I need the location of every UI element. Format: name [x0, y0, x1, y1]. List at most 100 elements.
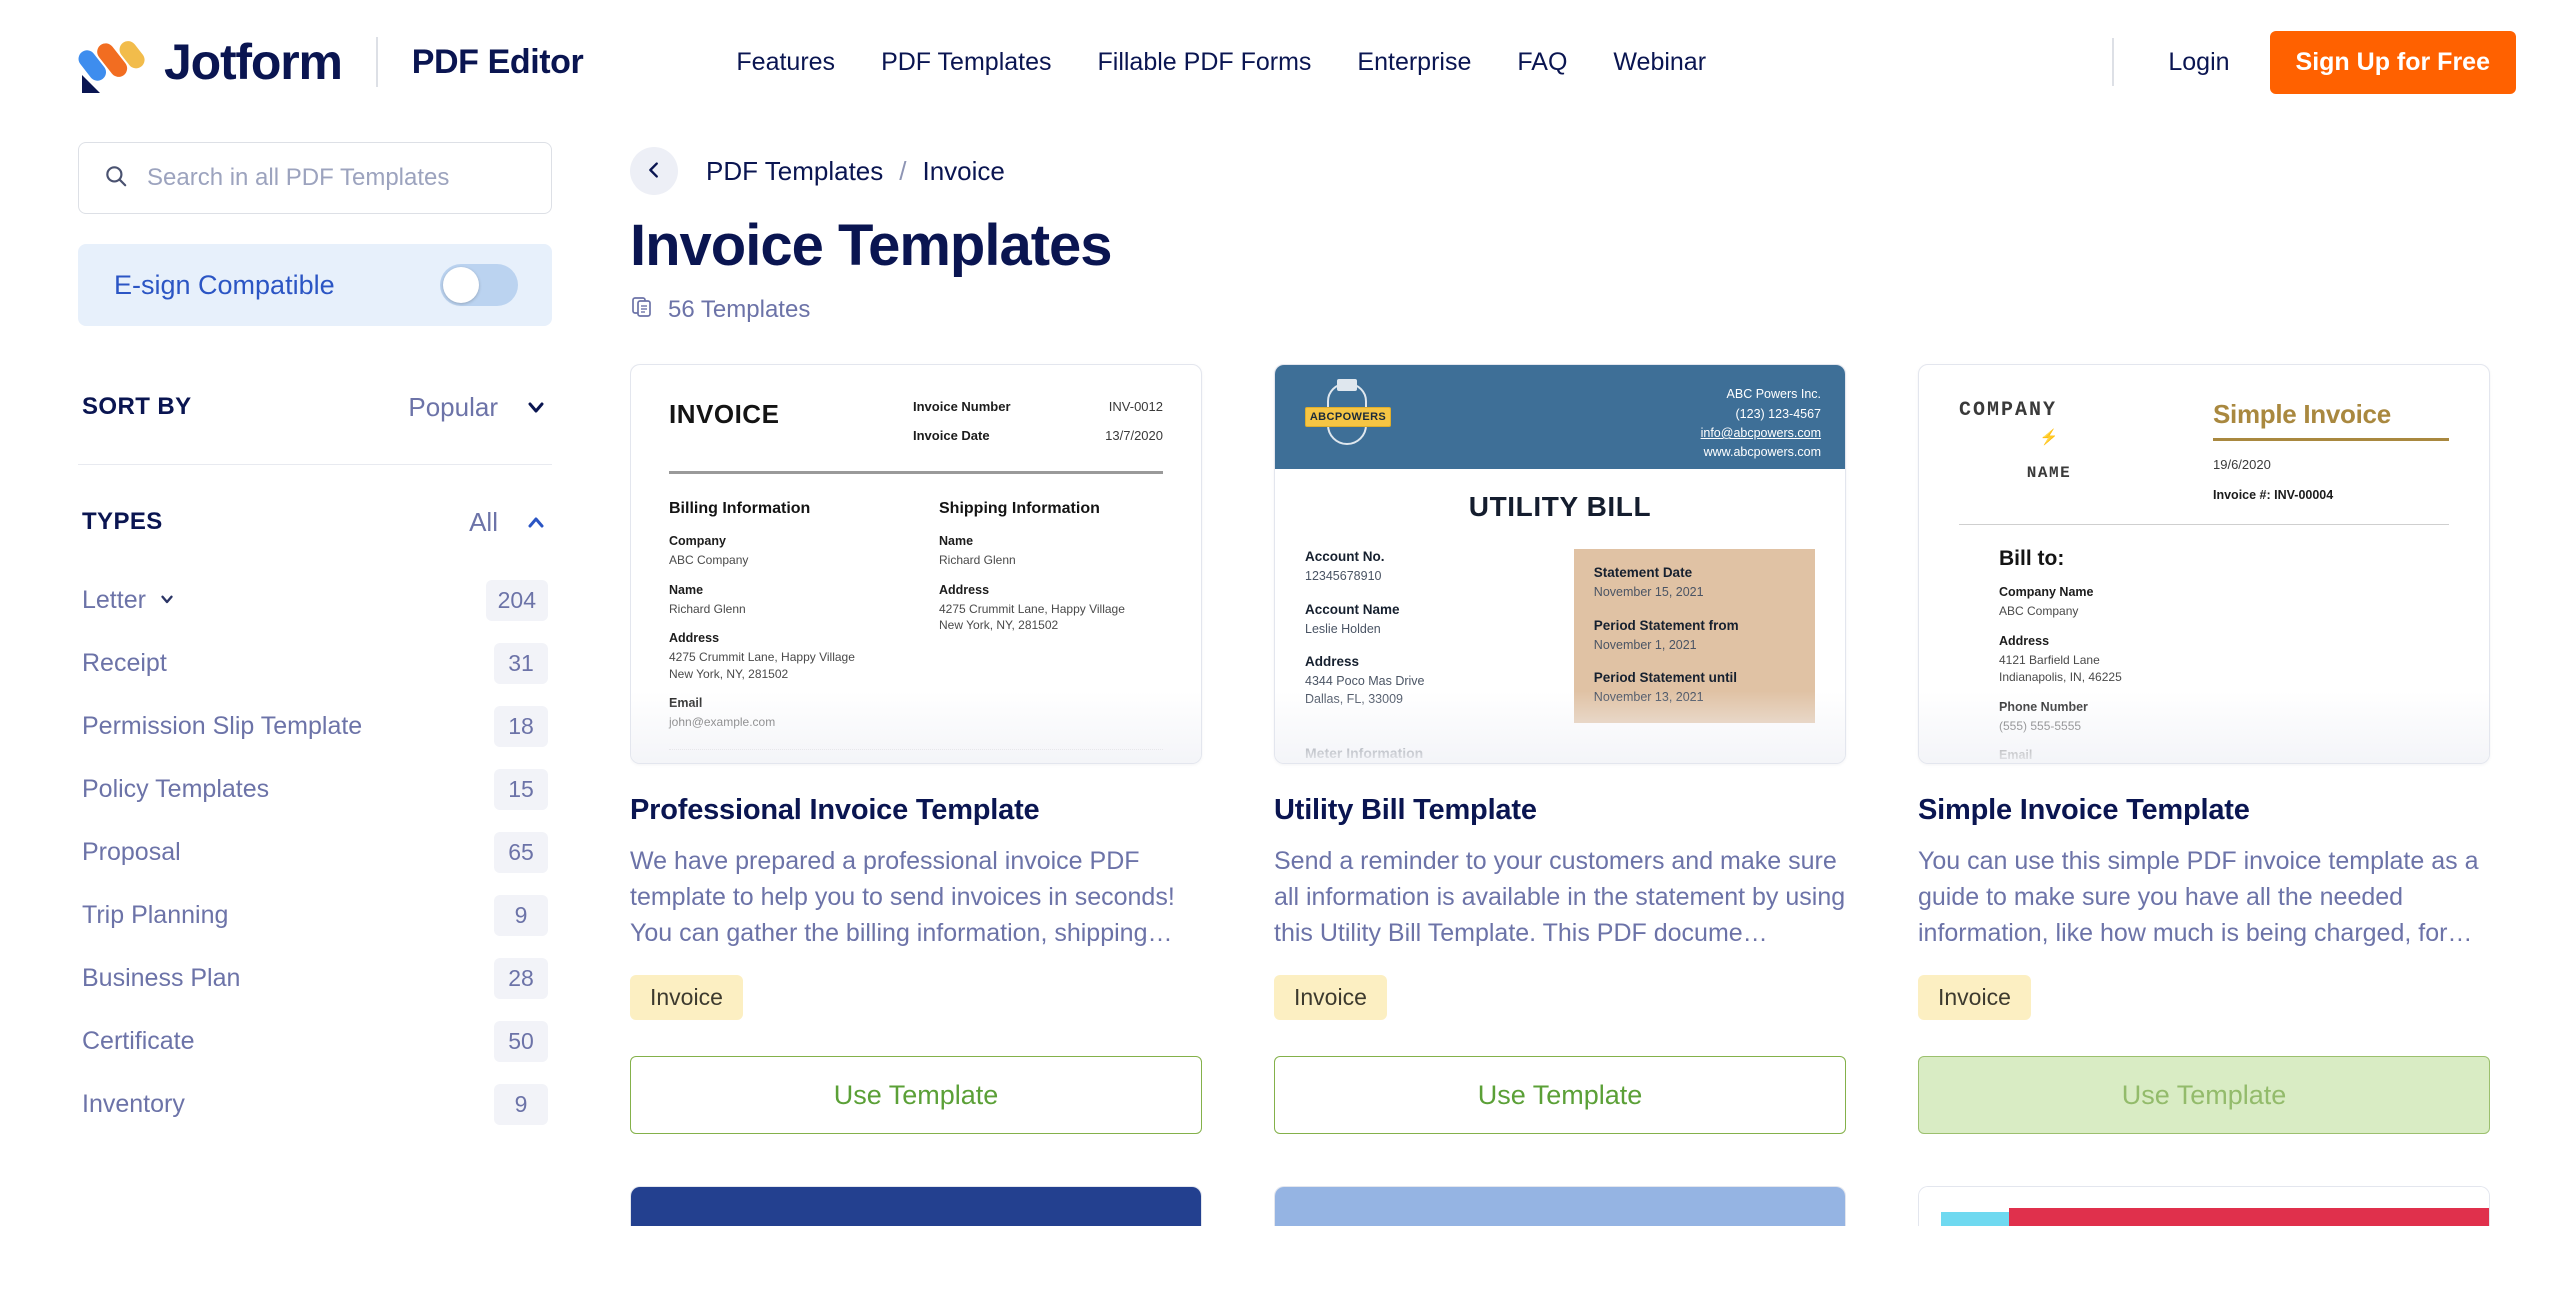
- preview-account-column: Account No. 12345678910 Account Name Les…: [1305, 549, 1550, 723]
- preview-billing-column: Billing Information Company ABC Company …: [669, 500, 893, 731]
- card-tag[interactable]: Invoice: [1274, 975, 1387, 1021]
- preview-utility-header: ABCPOWERS ABC Powers Inc. (123) 123-4567…: [1275, 365, 1845, 470]
- card-title[interactable]: Simple Invoice Template: [1918, 794, 2490, 827]
- login-link[interactable]: Login: [2146, 48, 2251, 77]
- preview-field-key: Address: [939, 582, 990, 597]
- card-title[interactable]: Professional Invoice Template: [630, 794, 1202, 827]
- card-tag[interactable]: Invoice: [630, 975, 743, 1021]
- preview-contact-block: ABC Powers Inc. (123) 123-4567 info@abcp…: [1701, 381, 1821, 469]
- nav-item-features[interactable]: Features: [713, 48, 858, 77]
- chevron-down-icon: [524, 395, 548, 419]
- preview-field-value: Leslie Holden: [1305, 621, 1381, 636]
- type-item-count: 65: [494, 832, 548, 873]
- nav-item-faq[interactable]: FAQ: [1494, 48, 1590, 77]
- preview-rule: [1959, 524, 2449, 526]
- preview-accent-bar-red: [2009, 1208, 2489, 1227]
- template-preview-partial[interactable]: [630, 1186, 1202, 1227]
- nav-item-pdf-templates[interactable]: PDF Templates: [858, 48, 1074, 77]
- type-item-count: 50: [494, 1021, 548, 1062]
- signup-button[interactable]: Sign Up for Free: [2269, 30, 2516, 94]
- type-item-certificate[interactable]: Certificate 50: [78, 1010, 552, 1073]
- preview-products-heading: Products: [669, 762, 1163, 763]
- preview-field-value: Richard Glenn: [669, 601, 746, 616]
- type-item-label: Letter: [82, 586, 146, 614]
- preview-field-key: Period Statement until: [1593, 670, 1738, 686]
- preview-meta-key: Invoice Date: [913, 428, 990, 444]
- type-item-count: 15: [494, 769, 548, 810]
- template-preview-simple-invoice[interactable]: COMPANY ⚡ NAME Simple Invoice 19/6/2020 …: [1918, 364, 2490, 765]
- type-item-receipt[interactable]: Receipt 31: [78, 632, 552, 695]
- template-card[interactable]: ABCPOWERS ABC Powers Inc. (123) 123-4567…: [1274, 364, 1846, 1135]
- type-item-label: Policy Templates: [82, 775, 270, 803]
- preview-field-value: 4275 Crummit Lane, Happy Village New Yor…: [939, 601, 1125, 633]
- filters-sidebar: E-sign Compatible SORT BY Popular: [0, 124, 630, 1315]
- preview-field-value: 4121 Barfield Lane Indianapolis, IN, 462…: [1999, 653, 2122, 684]
- preview-field-value: john@example.com: [669, 715, 776, 730]
- site-header: Jotform PDF Editor Features PDF Template…: [0, 0, 2560, 124]
- preview-field-key: Company: [669, 534, 726, 549]
- chevron-down-icon[interactable]: [158, 586, 176, 615]
- back-button[interactable]: [630, 147, 678, 195]
- preview-name-word: NAME: [2026, 464, 2072, 483]
- type-item-business-plan[interactable]: Business Plan 28: [78, 947, 552, 1010]
- nav-item-fillable-pdf-forms[interactable]: Fillable PDF Forms: [1075, 48, 1335, 77]
- search-box[interactable]: [78, 142, 552, 214]
- card-tag[interactable]: Invoice: [1918, 975, 2031, 1021]
- template-count-row: 56 Templates: [630, 295, 2502, 324]
- preview-field-value: (555) 555-5555: [1999, 718, 2082, 733]
- preview-field-key: Account No.: [1305, 549, 1385, 565]
- types-control[interactable]: All: [469, 507, 548, 538]
- type-item-policy-templates[interactable]: Policy Templates 15: [78, 758, 552, 821]
- template-preview-utility-bill[interactable]: ABCPOWERS ABC Powers Inc. (123) 123-4567…: [1274, 364, 1846, 765]
- type-item-proposal[interactable]: Proposal 65: [78, 821, 552, 884]
- type-item-trip-planning[interactable]: Trip Planning 9: [78, 884, 552, 947]
- preview-meta-value: INV-0012: [1108, 399, 1163, 415]
- preview-phone: (123) 123-4567: [1735, 406, 1821, 421]
- breadcrumb-separator: /: [899, 155, 907, 186]
- types-header[interactable]: TYPES All: [78, 493, 552, 551]
- preview-field-key: Name: [939, 534, 974, 549]
- template-preview-partial[interactable]: [1918, 1186, 2490, 1227]
- preview-fill: [631, 1187, 1201, 1227]
- type-item-inventory[interactable]: Inventory 9: [78, 1073, 552, 1136]
- templates-grid-next-row: [630, 1186, 2502, 1227]
- type-item-permission-slip-template[interactable]: Permission Slip Template 18: [78, 695, 552, 758]
- main-nav: Features PDF Templates Fillable PDF Form…: [713, 48, 1729, 77]
- breadcrumb-current[interactable]: Invoice: [923, 156, 1005, 187]
- type-item-label: Trip Planning: [82, 901, 229, 929]
- nav-item-webinar[interactable]: Webinar: [1590, 48, 1729, 77]
- preview-field-key: Account Name: [1305, 601, 1400, 617]
- preview-field-value: ABC Company: [669, 553, 749, 568]
- template-card[interactable]: INVOICE Invoice Number INV-0012 Invoice …: [630, 364, 1202, 1135]
- nav-item-enterprise[interactable]: Enterprise: [1334, 48, 1494, 77]
- brand[interactable]: Jotform PDF Editor: [78, 31, 584, 93]
- chevron-up-icon: [524, 510, 548, 534]
- preview-meter-heading: Meter Information: [1305, 744, 1424, 761]
- preview-meta-key: Invoice Number: [913, 399, 1011, 415]
- template-preview-professional-invoice[interactable]: INVOICE Invoice Number INV-0012 Invoice …: [630, 364, 1202, 765]
- preview-field-value: 4275 Crummit Lane, Happy Village New Yor…: [669, 650, 855, 681]
- card-title[interactable]: Utility Bill Template: [1274, 794, 1846, 827]
- use-template-button[interactable]: Use Template: [1274, 1056, 1846, 1135]
- use-template-button[interactable]: Use Template: [1918, 1056, 2490, 1135]
- preview-rule: [669, 471, 1163, 475]
- sort-by-control[interactable]: Popular: [408, 392, 548, 423]
- use-template-button[interactable]: Use Template: [630, 1056, 1202, 1135]
- breadcrumb-parent[interactable]: PDF Templates: [706, 156, 883, 187]
- chevron-left-icon: [643, 159, 665, 184]
- preview-field-key: Statement Date: [1593, 565, 1693, 581]
- header-actions: Login Sign Up for Free: [2080, 30, 2516, 94]
- type-item-label: Certificate: [82, 1027, 195, 1055]
- search-input[interactable]: [147, 164, 527, 192]
- preview-field-key: Company Name: [1999, 585, 2094, 600]
- preview-statement-panel: Statement Date November 15, 2021 Period …: [1573, 549, 1815, 723]
- esign-compatible-filter[interactable]: E-sign Compatible: [78, 244, 552, 326]
- type-item-letter[interactable]: Letter 204: [78, 569, 552, 632]
- sort-by-value: Popular: [408, 391, 498, 422]
- type-item-label: Permission Slip Template: [82, 712, 363, 740]
- type-item-count: 204: [485, 580, 548, 621]
- template-card[interactable]: COMPANY ⚡ NAME Simple Invoice 19/6/2020 …: [1918, 364, 2490, 1135]
- esign-compatible-toggle[interactable]: [440, 264, 518, 306]
- template-preview-partial[interactable]: [1274, 1186, 1846, 1227]
- sort-by-header[interactable]: SORT BY Popular: [78, 378, 552, 436]
